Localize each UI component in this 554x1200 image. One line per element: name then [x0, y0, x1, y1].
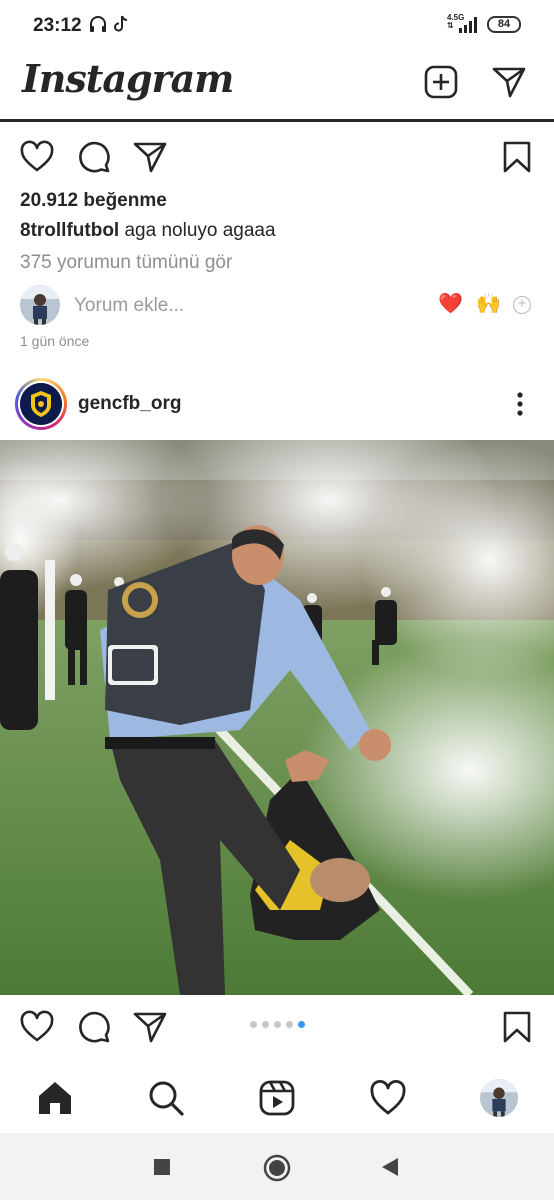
bottom-navigation [0, 1065, 554, 1133]
add-comment-row: Yorum ekle... ❤️ 🙌 + [0, 282, 554, 328]
avatar [20, 285, 60, 325]
caption-username[interactable]: 8trollfutbol [20, 220, 119, 241]
search-icon[interactable] [147, 1079, 185, 1117]
carousel-dot [274, 1021, 281, 1028]
caption: 8trollfutbol aga noluyo agaaa [20, 220, 276, 242]
more-options-icon[interactable] [506, 390, 534, 418]
carousel-dot [286, 1021, 293, 1028]
avatar-image [480, 1079, 518, 1117]
comment-input[interactable]: Yorum ekle... [74, 295, 184, 317]
headphones-icon [90, 16, 106, 32]
carousel-dot [250, 1021, 257, 1028]
story-ring[interactable] [15, 378, 67, 430]
recents-square-icon[interactable] [153, 1158, 171, 1176]
tiktok-icon [114, 15, 128, 32]
add-emoji-icon[interactable]: + [513, 296, 531, 314]
post-image[interactable] [0, 440, 554, 995]
quick-raised-hands-emoji[interactable]: 🙌 [476, 293, 501, 315]
profile-avatar[interactable] [480, 1079, 518, 1117]
like-heart-icon[interactable] [20, 140, 54, 174]
comment-icon[interactable] [77, 140, 111, 174]
caption-text: aga noluyo agaaa [119, 220, 276, 241]
like-heart-icon[interactable] [20, 1010, 54, 1044]
share-icon[interactable] [133, 1010, 167, 1044]
save-bookmark-icon[interactable] [500, 1010, 534, 1044]
post-photo [0, 440, 554, 995]
likes-count[interactable]: 20.912 beğenme [20, 190, 167, 212]
carousel-dot [262, 1021, 269, 1028]
post-time: 1 gün önce [20, 333, 90, 349]
home-icon[interactable] [36, 1079, 74, 1117]
quick-heart-emoji[interactable]: ❤️ [438, 293, 463, 315]
post-username[interactable]: gencfb_org [78, 393, 181, 415]
activity-heart-icon[interactable] [369, 1079, 407, 1117]
view-all-comments-link[interactable]: 375 yorumun tümünü gör [20, 252, 232, 274]
direct-message-icon[interactable] [491, 64, 527, 100]
reels-icon[interactable] [258, 1079, 296, 1117]
avatar [20, 383, 62, 425]
home-circle-icon[interactable] [263, 1154, 291, 1182]
carousel-dot-active [298, 1021, 305, 1028]
new-post-icon[interactable] [423, 64, 459, 100]
status-time: 23:12 [33, 15, 82, 36]
back-triangle-icon[interactable] [380, 1157, 400, 1177]
avatar-image [20, 285, 60, 325]
save-bookmark-icon[interactable] [500, 140, 534, 174]
app-header: Instagram [0, 52, 554, 122]
signal-icon [459, 17, 477, 33]
instagram-logo: Instagram [22, 56, 234, 101]
status-bar: 23:12 4.5G ⇅ 84 [0, 0, 554, 52]
share-icon[interactable] [133, 140, 167, 174]
comment-icon[interactable] [77, 1010, 111, 1044]
carousel-indicator [250, 1020, 310, 1030]
fenerbahce-crest-icon [20, 383, 62, 425]
post-header: gencfb_org [0, 374, 554, 434]
battery-indicator: 84 [487, 16, 521, 33]
system-navigation-bar [0, 1133, 554, 1200]
